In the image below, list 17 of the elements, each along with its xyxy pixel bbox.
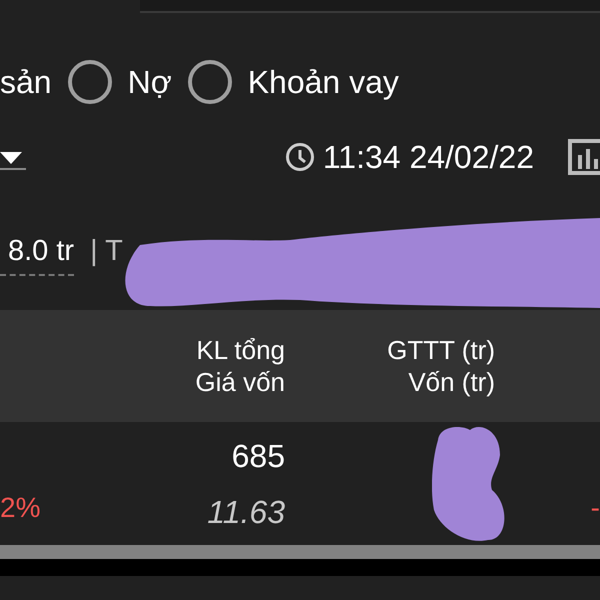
caret-icon bbox=[0, 152, 22, 164]
column-header: KL tổng Giá vốn bbox=[194, 334, 285, 398]
change-cell-text: - bbox=[590, 491, 600, 525]
radio-button[interactable] bbox=[188, 60, 232, 104]
timestamp: 11:34 24/02/22 bbox=[322, 138, 534, 177]
cost-price-cell-text: 11.63 bbox=[206, 492, 285, 532]
change-cell-text: 2% bbox=[0, 491, 42, 525]
column-header: GTTT (tr) Vốn (tr) bbox=[386, 334, 495, 398]
summary-label: | T bbox=[90, 234, 123, 269]
radio-button[interactable] bbox=[68, 60, 112, 104]
volume-cell-text: 685 bbox=[230, 436, 285, 476]
clock-icon bbox=[284, 142, 315, 172]
radio-label[interactable]: sản bbox=[0, 66, 52, 98]
radio-label[interactable]: Khoản vay bbox=[248, 66, 399, 98]
radio-label[interactable]: Nợ bbox=[128, 66, 172, 98]
bar-chart-icon[interactable] bbox=[568, 139, 600, 175]
summary-value: 8.0 tr bbox=[0, 230, 74, 276]
